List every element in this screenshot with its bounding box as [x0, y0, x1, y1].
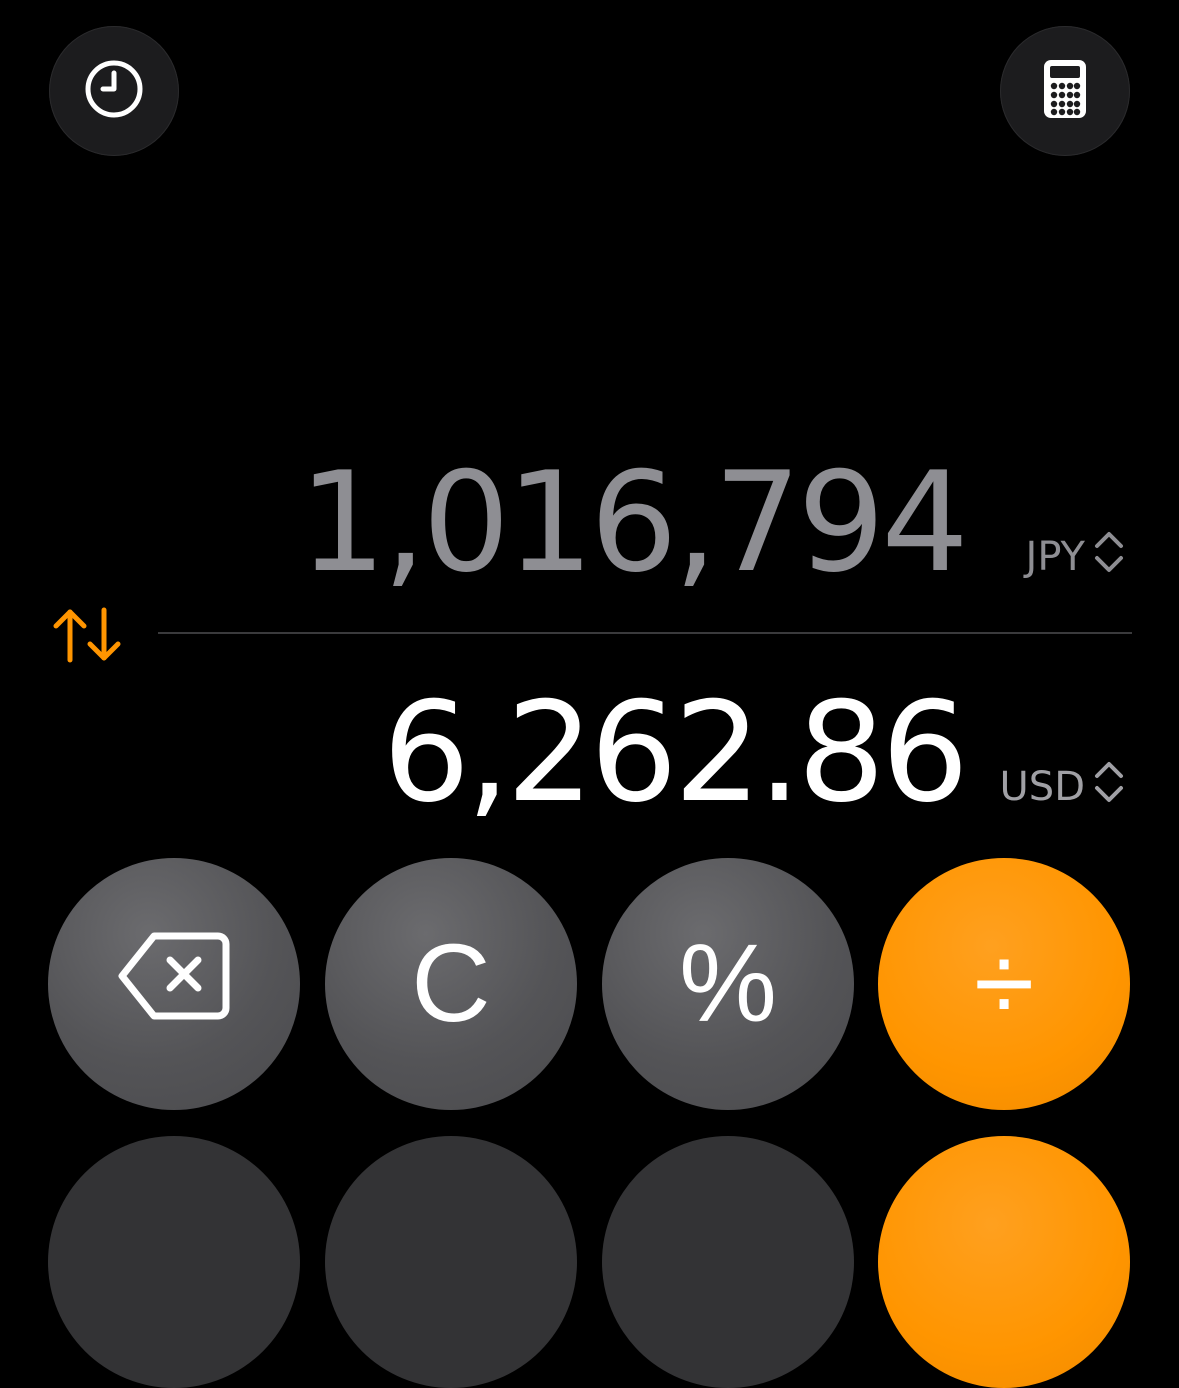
percent-label: % [679, 922, 777, 1045]
history-button[interactable] [49, 26, 179, 156]
chevron-up-down-icon [1091, 528, 1127, 586]
keypad-button[interactable] [602, 1136, 854, 1388]
clock-icon [83, 58, 145, 124]
clear-label: C [411, 922, 491, 1045]
divider [158, 632, 1132, 634]
backspace-button[interactable] [48, 858, 300, 1110]
target-amount[interactable]: 6,262.86 [382, 684, 969, 822]
clear-button[interactable]: C [325, 858, 577, 1110]
chevron-up-down-icon [1091, 758, 1127, 816]
target-currency-label: USD [999, 764, 1085, 810]
percent-button[interactable]: % [602, 858, 854, 1110]
swap-arrows-icon[interactable] [52, 606, 124, 668]
divide-button[interactable]: ÷ [878, 858, 1130, 1110]
target-currency-selector[interactable]: USD [1000, 758, 1127, 816]
calculator-icon [1042, 58, 1088, 124]
keypad-button[interactable] [48, 1136, 300, 1388]
keypad-button[interactable] [325, 1136, 577, 1388]
source-currency-label: JPY [1025, 534, 1085, 580]
operator-button[interactable] [878, 1136, 1130, 1388]
source-amount[interactable]: 1,016,794 [299, 454, 969, 592]
backspace-icon [118, 920, 230, 1048]
source-currency-selector[interactable]: JPY [1026, 528, 1127, 586]
calculator-mode-button[interactable] [1000, 26, 1130, 156]
divide-label: ÷ [973, 922, 1035, 1045]
